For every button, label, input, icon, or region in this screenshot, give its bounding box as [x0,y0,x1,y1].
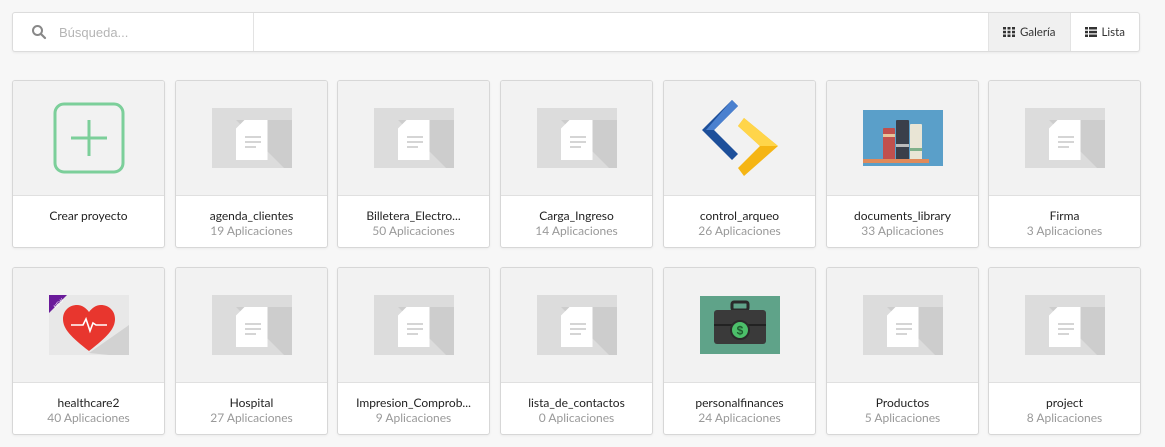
project-app-count: 40 Aplicaciones [47,410,130,425]
project-card[interactable]: Firma 3 Aplicaciones [988,80,1141,248]
grid-icon [1002,27,1015,37]
project-name: healthcare2 [57,395,120,410]
project-card[interactable]: project 8 Aplicaciones [988,267,1141,435]
project-card[interactable]: lista_de_contactos 0 Aplicaciones [500,267,653,435]
project-card[interactable]: agenda_clientes 19 Aplicaciones [175,80,328,248]
project-name: documents_library [854,208,951,223]
document-icon [211,295,292,355]
project-card[interactable]: Impresion_Comprob... 9 Aplicaciones [337,267,490,435]
project-card[interactable]: control_arqueo 26 Aplicaciones [663,80,816,248]
project-app-count: 50 Aplicaciones [372,223,455,238]
document-icon [862,295,943,355]
project-name: control_arqueo [699,208,780,223]
list-view-button[interactable]: Lista [1069,13,1139,51]
arrows-logo-icon [701,100,778,176]
document-icon [373,295,454,355]
search-input[interactable] [59,24,239,40]
project-app-count: 5 Aplicaciones [864,410,941,425]
create-project-label: Crear proyecto [49,208,128,223]
project-name: Firma [1049,208,1080,223]
money-briefcase-icon: $ [699,296,780,354]
plus-icon [53,102,124,174]
project-card[interactable]: Hospital 27 Aplicaciones [175,267,328,435]
project-card[interactable]: documents_library 33 Aplicaciones [826,80,979,248]
list-view-label: Lista [1101,25,1125,39]
project-card[interactable]: NEW healthcare2 40 Aplicaciones [12,267,165,435]
project-name: Billetera_Electro... [366,208,461,223]
project-card[interactable]: Billetera_Electro... 50 Aplicaciones [337,80,490,248]
heart-icon: NEW [48,295,129,355]
project-app-count: 33 Aplicaciones [861,223,944,238]
create-project-card[interactable]: Crear proyecto [12,80,165,248]
project-app-count: 3 Aplicaciones [1026,223,1103,238]
search-icon [32,25,47,40]
project-name: project [1046,395,1083,410]
project-app-count: 9 Aplicaciones [375,410,452,425]
svg-text:$: $ [736,324,743,338]
document-icon [1024,295,1105,355]
project-card[interactable]: Carga_Ingreso 14 Aplicaciones [500,80,653,248]
project-app-count: 14 Aplicaciones [535,223,618,238]
project-app-count: 24 Aplicaciones [698,410,781,425]
project-app-count: 0 Aplicaciones [538,410,615,425]
toolbar: Galería Lista [12,12,1140,52]
project-card[interactable]: Productos 5 Aplicaciones [826,267,979,435]
project-app-count: 27 Aplicaciones [210,410,293,425]
gallery-view-button[interactable]: Galería [987,13,1070,51]
document-icon [536,295,617,355]
list-icon [1084,27,1097,37]
document-icon [211,108,292,168]
gallery-view-label: Galería [1019,25,1056,39]
document-icon [373,108,454,168]
project-name: agenda_clientes [209,208,294,223]
search-box [13,13,254,51]
document-icon [1024,108,1105,168]
project-name: lista_de_contactos [528,395,625,410]
project-app-count: 8 Aplicaciones [1026,410,1103,425]
project-app-count: 19 Aplicaciones [210,223,293,238]
create-project-thumb [13,81,164,196]
project-card[interactable]: $ personalfinances 24 Aplicaciones [663,267,816,435]
project-name: personalfinances [695,395,784,410]
project-name: Carga_Ingreso [539,208,614,223]
project-name: Hospital [229,395,274,410]
project-name: Productos [875,395,930,410]
books-icon [862,110,943,166]
project-name: Impresion_Comprob... [356,395,471,410]
project-app-count: 26 Aplicaciones [698,223,781,238]
document-icon [536,108,617,168]
